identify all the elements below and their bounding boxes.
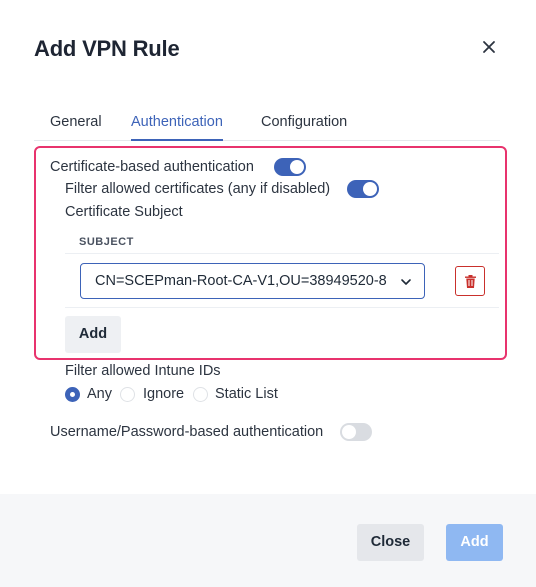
close-button[interactable]: Close [357,524,424,561]
dialog-title: Add VPN Rule [34,36,180,61]
delete-subject-button[interactable] [455,266,485,296]
add-subject-button[interactable]: Add [65,316,121,353]
intune-ids-label: Filter allowed Intune IDs [65,363,221,379]
radio-any-label: Any [87,386,112,402]
add-button[interactable]: Add [446,524,503,561]
certificate-subject-label: Certificate Subject [65,204,183,220]
certificate-auth-toggle[interactable] [274,158,306,176]
subject-select[interactable]: CN=SCEPman-Root-CA-V1,OU=38949520-8 [80,263,425,299]
tab-general[interactable]: General [50,114,102,141]
trash-icon [465,275,476,288]
tab-bar: General Authentication Configuration [34,108,500,141]
filter-certificates-label: Filter allowed certificates (any if disa… [65,181,331,197]
password-auth-label: Username/Password-based authentication [50,424,324,440]
password-auth-toggle[interactable] [340,423,372,441]
filter-certificates-toggle[interactable] [347,180,379,198]
radio-static-list-label: Static List [215,386,278,402]
radio-any[interactable] [65,387,80,402]
certificate-auth-label: Certificate-based authentication [50,159,254,175]
close-icon[interactable] [478,36,500,58]
subject-column-header: SUBJECT [79,236,134,248]
radio-ignore[interactable] [120,387,135,402]
radio-static-list[interactable] [193,387,208,402]
tab-configuration[interactable]: Configuration [261,114,347,141]
subject-table-header: SUBJECT [65,228,499,254]
radio-ignore-label: Ignore [143,386,185,402]
add-vpn-rule-dialog: Add VPN Rule General Authentication Conf… [0,0,536,587]
tab-authentication[interactable]: Authentication [131,114,223,141]
table-row-divider [65,307,499,308]
chevron-down-icon [401,279,411,285]
subject-select-value: CN=SCEPman-Root-CA-V1,OU=38949520-8 [95,273,387,289]
